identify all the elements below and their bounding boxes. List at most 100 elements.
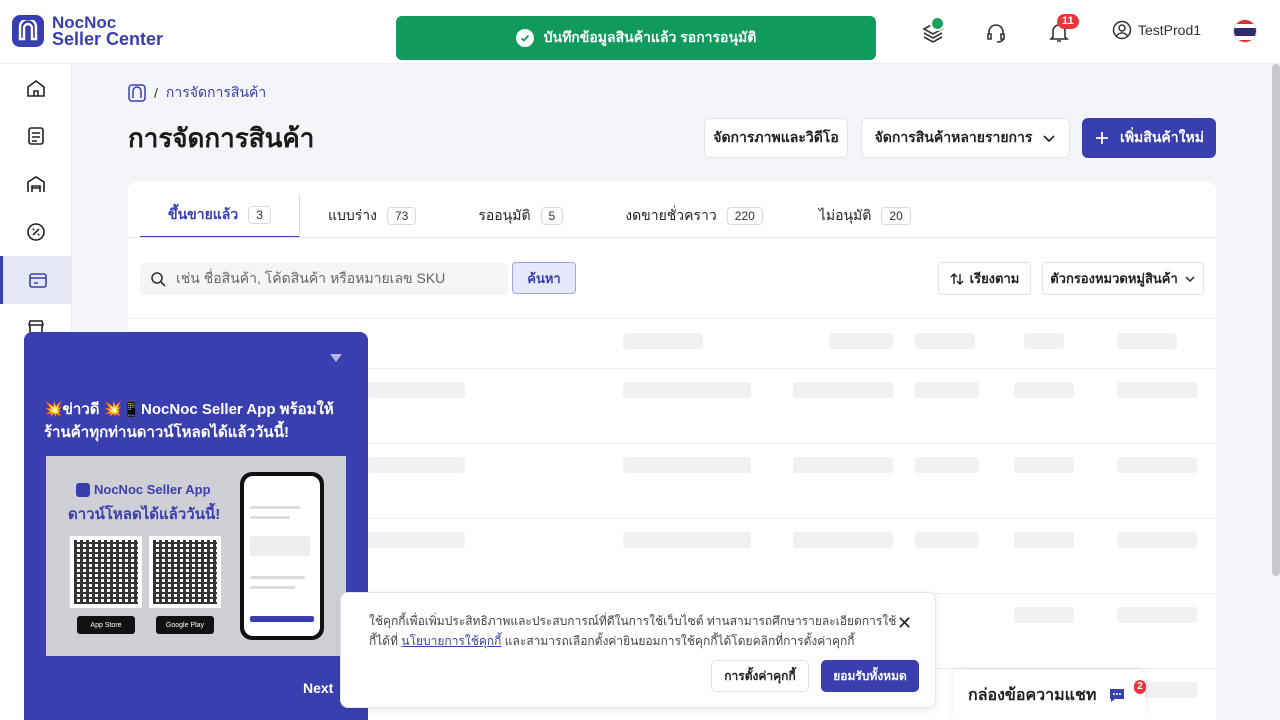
plus-icon [1096, 132, 1109, 144]
chat-box-button[interactable]: กล่องข้อความแชท 2 [953, 670, 1146, 720]
add-product-button[interactable]: เพิ่มสินค้าใหม่ [1082, 118, 1216, 158]
tab-count: 20 [881, 207, 911, 225]
qr-code-ios [70, 536, 142, 608]
notification-badge: 11 [1057, 14, 1079, 29]
tab-label: แบบร่าง [327, 207, 377, 223]
close-icon[interactable]: ✕ [897, 613, 912, 634]
tab-count: 220 [726, 207, 763, 225]
promo-image: NocNoc Seller App ดาวน์โหลดได้แล้ววันนี้… [46, 456, 346, 656]
sidebar-item-products[interactable] [0, 256, 72, 304]
page-title: การจัดการสินค้า [128, 123, 315, 153]
sidebar-item-orders[interactable] [0, 112, 72, 160]
sidebar-item-store[interactable] [0, 160, 72, 208]
skeleton-cell [915, 457, 979, 473]
skeleton-cell [623, 333, 703, 349]
skeleton-cell [793, 457, 893, 473]
sort-button[interactable]: เรียงตาม [938, 262, 1031, 295]
skeleton-cell [368, 382, 465, 398]
sort-icon [950, 272, 964, 285]
skeleton-cell [1117, 607, 1197, 623]
skeleton-cell [829, 333, 893, 349]
media-manager-label: จัดการภาพและวิดีโอ [713, 129, 839, 145]
chat-badge: 2 [1134, 680, 1146, 694]
promo-headline: 💥ข่าวดี 💥📱NocNoc Seller App พร้อมให้ร้าน… [44, 401, 334, 441]
chat-label: กล่องข้อความแชท [968, 686, 1097, 704]
tab-divider [128, 237, 1216, 238]
breadcrumb-current[interactable]: การจัดการสินค้า [166, 82, 266, 104]
app-logo-icon [76, 482, 90, 497]
skeleton-cell [1117, 333, 1177, 349]
google-play-badge: Google Play [156, 616, 214, 634]
category-filter-button[interactable]: ตัวกรองหมวดหมู่สินค้า [1042, 262, 1204, 295]
logo-home-icon[interactable] [128, 84, 146, 102]
tab-rejected[interactable]: ไม่อนุมัติ 20 [791, 194, 939, 238]
cookie-policy-link[interactable]: นโยบายการใช้คุกกี้ [401, 634, 501, 648]
qr-code-android [149, 536, 221, 608]
accept-all-button[interactable]: ยอมรับทั้งหมด [821, 660, 919, 692]
cookie-text-prefix: กี้ได้ที่ [369, 634, 399, 648]
promotion-icon [27, 223, 45, 241]
cookie-text-suffix: และสามารถเลือกตั้งค่ายินยอมการใช้คุกกี้ไ… [504, 634, 855, 648]
cookie-text-line1: ใช้คุกกี้เพื่อเพิ่มประสิทธิภาพและประสบกา… [369, 614, 897, 628]
headset-icon[interactable] [984, 20, 1008, 44]
chevron-down-icon [1043, 135, 1055, 143]
logo-icon [12, 15, 44, 47]
bulk-manage-button[interactable]: จัดการสินค้าหลายรายการ [861, 118, 1070, 158]
chat-icon [1110, 689, 1125, 702]
skeleton-cell [623, 532, 751, 548]
search-input[interactable]: เช่น ชื่อสินค้า, โค้ดสินค้า หรือหมายเลข … [140, 263, 508, 295]
products-icon [28, 273, 47, 288]
logo[interactable]: NocNoc Seller Center [12, 14, 163, 48]
skeleton-cell [915, 333, 975, 349]
bell-icon[interactable]: 11 [1047, 14, 1079, 44]
chevron-down-icon [1185, 275, 1195, 282]
skeleton-cell [1014, 532, 1074, 548]
skeleton-cell [368, 532, 465, 548]
skeleton-cell [623, 382, 751, 398]
add-product-label: เพิ่มสินค้าใหม่ [1120, 129, 1204, 145]
media-manager-button[interactable]: จัดการภาพและวิดีโอ [704, 118, 848, 158]
toast-message: บันทึกข้อมูลสินค้าแล้ว รอการอนุมัติ [543, 29, 757, 45]
skeleton-cell [1014, 607, 1074, 623]
collapse-caret-icon[interactable] [330, 354, 342, 362]
phone-mockup [240, 472, 324, 640]
search-icon [151, 272, 166, 287]
cookie-settings-button[interactable]: การตั้งค่าคุกกี้ [711, 660, 809, 692]
skeleton-cell [623, 457, 751, 473]
layers-icon[interactable] [921, 16, 945, 44]
promo-image-title-text: NocNoc Seller App [94, 482, 211, 497]
tab-pending[interactable]: รออนุมัติ 5 [444, 194, 591, 238]
promo-image-subtitle: ดาวน์โหลดได้แล้ววันนี้! [68, 506, 221, 523]
skeleton-cell [793, 532, 893, 548]
skeleton-cell [793, 382, 893, 398]
tab-suspended[interactable]: งดขายชั่วคราว 220 [591, 194, 791, 238]
success-toast: บันทึกข้อมูลสินค้าแล้ว รอการอนุมัติ [396, 16, 876, 60]
tab-count: 5 [540, 207, 564, 225]
username: TestProd1 [1138, 22, 1202, 38]
tab-label: รออนุมัติ [478, 207, 531, 223]
skeleton-cell [915, 532, 979, 548]
skeleton-cell [1117, 532, 1197, 548]
tab-draft[interactable]: แบบร่าง 73 [300, 194, 444, 238]
home-icon [27, 80, 45, 97]
bulk-manage-label: จัดการสินค้าหลายรายการ [874, 129, 1033, 145]
skeleton-cell [1117, 382, 1197, 398]
store-icon [27, 176, 45, 192]
check-circle-icon [515, 29, 534, 47]
search-button[interactable]: ค้นหา [512, 262, 576, 294]
sidebar-item-promotion[interactable] [0, 208, 72, 256]
top-header: NocNoc Seller Center บันทึกข้อมูลสินค้าแ… [0, 0, 1280, 64]
user-menu[interactable]: TestProd1 [1112, 20, 1201, 40]
skeleton-cell [1024, 333, 1064, 349]
thai-flag-icon[interactable] [1233, 19, 1257, 43]
next-button[interactable]: Next [303, 680, 333, 696]
scrollbar[interactable] [1272, 64, 1280, 576]
tab-label: ขึ้นขายแล้ว [168, 206, 239, 222]
sidebar-item-home[interactable] [0, 64, 72, 112]
cookie-consent-banner: ใช้คุกกี้เพื่อเพิ่มประสิทธิภาพและประสบกา… [340, 592, 936, 708]
logo-text-line2: Seller Center [52, 29, 164, 49]
verified-badge [930, 16, 945, 31]
skeleton-cell [915, 382, 979, 398]
search-placeholder: เช่น ชื่อสินค้า, โค้ดสินค้า หรือหมายเลข … [176, 270, 446, 286]
tab-live[interactable]: ขึ้นขายแล้ว 3 [140, 194, 300, 238]
